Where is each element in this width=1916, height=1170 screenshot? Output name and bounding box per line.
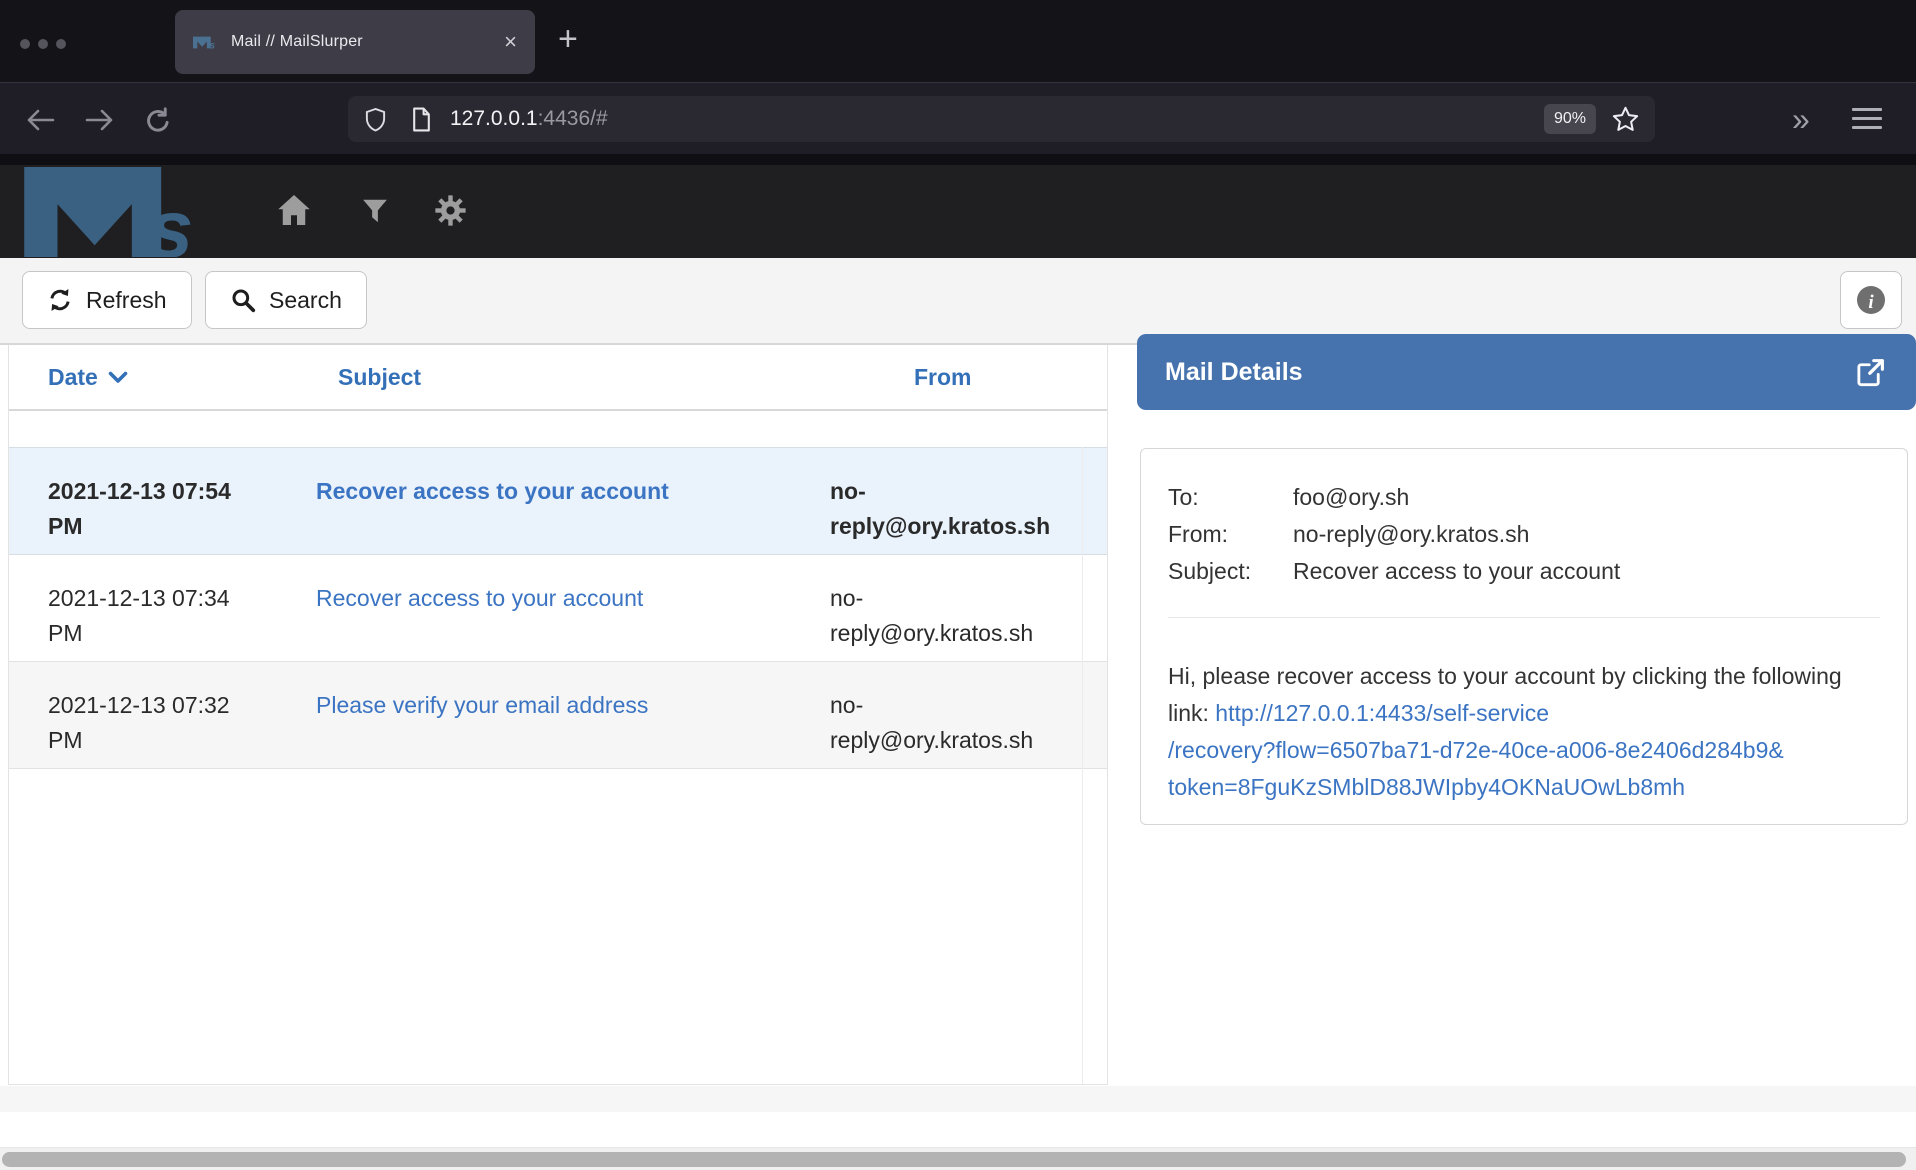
info-button[interactable]: i xyxy=(1840,271,1902,329)
cell-date: 2021-12-13 07:32 PM xyxy=(48,688,316,758)
settings-gear-icon[interactable] xyxy=(434,194,467,227)
url-host: 127.0.0.1 xyxy=(450,107,538,130)
column-header-date[interactable]: Date xyxy=(48,345,316,409)
cell-from: no-reply@ory.kratos.sh xyxy=(830,581,1055,651)
to-value: foo@ory.sh xyxy=(1293,479,1880,516)
tab-title: Mail // MailSlurper xyxy=(231,33,363,51)
mail-list-header: Date Subject From xyxy=(9,345,1107,409)
browser-window: s Mail // MailSlurper × + 127.0.0.1:4436… xyxy=(0,0,1916,1170)
cell-subject: Recover access to your account xyxy=(316,581,830,651)
mail-header-fields: To: foo@ory.sh From: no-reply@ory.kratos… xyxy=(1168,479,1880,590)
chrome-divider xyxy=(0,154,1916,165)
subject-link[interactable]: Please verify your email address xyxy=(316,692,648,718)
refresh-button[interactable]: Refresh xyxy=(22,271,192,329)
subject-link[interactable]: Recover access to your account xyxy=(316,478,669,504)
filter-icon[interactable] xyxy=(360,196,390,226)
svg-text:s: s xyxy=(209,40,215,49)
url-text[interactable]: 127.0.0.1:4436/# xyxy=(450,107,608,131)
address-bar[interactable]: 127.0.0.1:4436/# 90% xyxy=(348,96,1655,142)
cell-from: no-reply@ory.kratos.sh xyxy=(830,474,1055,544)
header-divider xyxy=(9,409,1107,411)
column-header-subject[interactable]: Subject xyxy=(316,345,830,409)
home-icon[interactable] xyxy=(276,193,312,227)
cell-date: 2021-12-13 07:34 PM xyxy=(48,581,316,651)
mail-row-selected[interactable]: 2021-12-13 07:54 PM Recover access to yo… xyxy=(9,447,1107,555)
mail-body-text: Hi, please recover access to your accoun… xyxy=(1168,658,1880,806)
search-button[interactable]: Search xyxy=(205,271,367,329)
subject-value: Recover access to your account xyxy=(1293,553,1880,590)
mail-details-title: Mail Details xyxy=(1165,358,1303,387)
shield-icon[interactable] xyxy=(364,107,387,132)
refresh-icon xyxy=(47,287,73,313)
search-icon xyxy=(230,287,256,313)
mail-rows: 2021-12-13 07:54 PM Recover access to yo… xyxy=(9,447,1107,769)
search-label: Search xyxy=(269,287,342,314)
tab-bar: s Mail // MailSlurper × + xyxy=(0,0,1916,82)
mail-row[interactable]: 2021-12-13 07:34 PM Recover access to yo… xyxy=(9,555,1107,662)
scrollbar-thumb[interactable] xyxy=(2,1152,1906,1167)
bookmark-star-icon[interactable] xyxy=(1612,106,1639,132)
card-divider xyxy=(1168,617,1880,618)
overflow-chevrons-icon[interactable]: » xyxy=(1792,101,1806,138)
from-label: From: xyxy=(1168,516,1293,553)
open-external-icon[interactable] xyxy=(1855,357,1886,388)
info-icon: i xyxy=(1856,285,1886,315)
svg-text:s: s xyxy=(147,184,193,257)
browser-tab[interactable]: s Mail // MailSlurper × xyxy=(175,10,535,74)
horizontal-scrollbar[interactable] xyxy=(0,1147,1916,1170)
app-toolbar: Refresh Search i xyxy=(0,258,1916,345)
back-button[interactable] xyxy=(24,107,56,133)
list-right-divider xyxy=(1082,447,1083,1084)
refresh-label: Refresh xyxy=(86,287,167,314)
mail-row[interactable]: 2021-12-13 07:32 PM Please verify your e… xyxy=(9,662,1107,769)
mail-list-panel: Date Subject From 2021-12-13 07:54 PM Re… xyxy=(8,345,1108,1085)
mail-details-header: Mail Details xyxy=(1137,334,1916,410)
recovery-link[interactable]: http://127.0.0.1:4433/self-service/recov… xyxy=(1168,700,1784,800)
zoom-level-badge[interactable]: 90% xyxy=(1544,104,1596,134)
svg-text:i: i xyxy=(1868,292,1874,313)
cell-subject: Please verify your email address xyxy=(316,688,830,758)
to-label: To: xyxy=(1168,479,1293,516)
menu-hamburger-icon[interactable] xyxy=(1852,108,1882,129)
column-header-from[interactable]: From xyxy=(830,345,1055,409)
new-tab-button[interactable]: + xyxy=(558,20,578,59)
subject-link[interactable]: Recover access to your account xyxy=(316,585,643,611)
tab-favicon-icon: s xyxy=(193,36,219,49)
cell-subject: Recover access to your account xyxy=(316,474,830,544)
tab-close-icon[interactable]: × xyxy=(504,31,517,53)
mail-details-card: To: foo@ory.sh From: no-reply@ory.kratos… xyxy=(1140,448,1908,825)
page-info-icon[interactable] xyxy=(411,107,432,132)
cell-date: 2021-12-13 07:54 PM xyxy=(48,474,316,544)
panel-footer-band xyxy=(0,1086,1916,1112)
reload-button[interactable] xyxy=(144,107,172,135)
browser-toolbar: 127.0.0.1:4436/# 90% » xyxy=(0,82,1916,154)
cell-from: no-reply@ory.kratos.sh xyxy=(830,688,1055,758)
mailslurper-logo[interactable]: s xyxy=(22,167,227,257)
window-controls[interactable] xyxy=(20,39,66,49)
forward-arrow-icon xyxy=(87,111,111,129)
url-path: :4436/# xyxy=(538,107,608,130)
subject-label: Subject: xyxy=(1168,553,1293,590)
app-navbar: s xyxy=(0,165,1916,258)
back-arrow-icon xyxy=(29,111,53,129)
from-value: no-reply@ory.kratos.sh xyxy=(1293,516,1880,553)
sort-desc-icon xyxy=(108,371,128,384)
forward-button[interactable] xyxy=(84,107,116,133)
